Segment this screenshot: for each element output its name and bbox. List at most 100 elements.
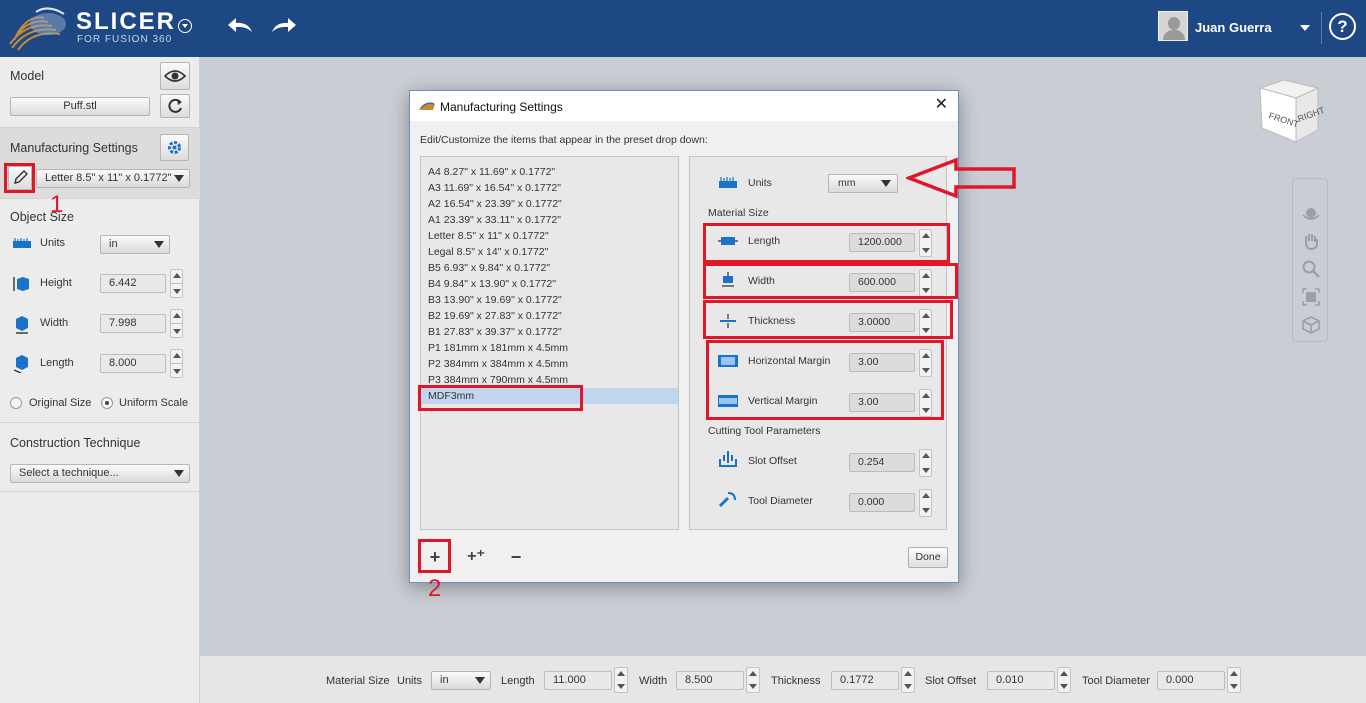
list-item[interactable]: B2 19.69" x 27.83" x 0.1772"	[421, 308, 678, 324]
fit-view-icon[interactable]	[1301, 287, 1321, 307]
uniform-scale-radio[interactable]	[101, 397, 113, 409]
units-label: Units	[397, 675, 423, 687]
bottom-slot-offset-input[interactable]: 0.010	[987, 671, 1055, 690]
units-label: Units	[748, 177, 772, 189]
length-label: Length	[748, 235, 781, 247]
list-item[interactable]: A1 23.39" x 33.11" x 0.1772"	[421, 212, 678, 228]
eye-icon	[163, 70, 187, 82]
length-input[interactable]: 8.000	[100, 354, 166, 373]
length-input[interactable]: 1200.000	[849, 233, 915, 252]
bottom-tool-diameter-stepper[interactable]	[1227, 667, 1241, 693]
list-item[interactable]: P3 384mm x 790mm x 4.5mm	[421, 372, 678, 388]
refresh-icon	[168, 98, 182, 113]
close-button[interactable]: ✕	[935, 97, 948, 113]
list-item[interactable]: P1 181mm x 181mm x 4.5mm	[421, 340, 678, 356]
width-stepper[interactable]	[919, 269, 932, 297]
object-size-title: Object Size	[10, 210, 74, 224]
bottom-thickness-input[interactable]: 0.1772	[831, 671, 899, 690]
width-label: Width	[639, 675, 668, 687]
bottom-tool-diameter-input[interactable]: 0.000	[1157, 671, 1225, 690]
vertical-margin-stepper[interactable]	[919, 389, 932, 417]
list-item[interactable]: B5 6.93" x 9.84" x 0.1772"	[421, 260, 678, 276]
zoom-icon[interactable]	[1301, 259, 1321, 279]
dialog-instruction: Edit/Customize the items that appear in …	[420, 134, 708, 146]
help-button[interactable]: ?	[1329, 13, 1356, 40]
tool-diameter-stepper[interactable]	[919, 489, 932, 517]
bottom-status-bar: Material Size Units in Length 11.000 Wid…	[200, 655, 1366, 703]
slot-offset-stepper[interactable]	[919, 449, 932, 477]
list-item[interactable]: B3 13.90" x 19.69" x 0.1772"	[421, 292, 678, 308]
app-menu-chevron-icon[interactable]	[178, 19, 192, 33]
horizontal-margin-icon	[718, 355, 738, 367]
thickness-icon	[720, 314, 736, 328]
list-item[interactable]: P2 384mm x 384mm x 4.5mm	[421, 356, 678, 372]
width-label: Width	[748, 275, 775, 287]
width-input[interactable]: 600.000	[849, 273, 915, 292]
width-stepper[interactable]	[170, 309, 183, 338]
height-label: Height	[40, 277, 72, 289]
thickness-input[interactable]: 3.0000	[849, 313, 915, 332]
reload-button[interactable]	[160, 94, 190, 118]
slicer-app-icon	[419, 102, 435, 110]
app-subtitle: FOR FUSION 360	[77, 34, 173, 45]
dialog-units-select[interactable]: mm	[828, 174, 898, 193]
list-item[interactable]: Legal 8.5" x 14" x 0.1772"	[421, 244, 678, 260]
home-cube-icon[interactable]	[1301, 315, 1321, 335]
technique-select[interactable]: Select a technique...	[10, 464, 190, 483]
vertical-margin-label: Vertical Margin	[748, 395, 818, 407]
preset-list: A4 8.27" x 11.69" x 0.1772" A3 11.69" x …	[420, 156, 679, 530]
settings-button[interactable]	[160, 134, 189, 161]
thickness-stepper[interactable]	[919, 309, 932, 337]
width-input[interactable]: 7.998	[100, 314, 166, 333]
units-select[interactable]: in	[100, 235, 170, 254]
height-stepper[interactable]	[170, 269, 183, 298]
list-item[interactable]: A3 11.69" x 16.54" x 0.1772"	[421, 180, 678, 196]
visibility-button[interactable]	[160, 62, 190, 90]
list-item[interactable]: A2 16.54" x 23.39" x 0.1772"	[421, 196, 678, 212]
add-preset-button[interactable]: +	[424, 546, 446, 568]
length-stepper[interactable]	[170, 349, 183, 378]
preset-properties-panel: Units mm Material Size Length 1200.000 W…	[689, 156, 947, 530]
pan-hand-icon[interactable]	[1301, 231, 1321, 251]
user-name[interactable]: Juan Guerra	[1195, 20, 1272, 35]
edit-preset-button[interactable]	[8, 166, 32, 190]
length-stepper[interactable]	[919, 229, 932, 257]
slot-offset-label: Slot Offset	[925, 675, 977, 687]
height-input[interactable]: 6.442	[100, 274, 166, 293]
bottom-length-stepper[interactable]	[614, 667, 628, 693]
list-item[interactable]: B1 27.83" x 39.37" x 0.1772"	[421, 324, 678, 340]
vertical-margin-input[interactable]: 3.00	[849, 393, 915, 412]
list-item[interactable]: B4 9.84" x 13.90" x 0.1772"	[421, 276, 678, 292]
bottom-width-stepper[interactable]	[746, 667, 760, 693]
bottom-slot-offset-stepper[interactable]	[1057, 667, 1071, 693]
bottom-units-select[interactable]: in	[431, 671, 491, 690]
list-item[interactable]: Letter 8.5" x 11" x 0.1772"	[421, 228, 678, 244]
remove-preset-button[interactable]: −	[505, 546, 527, 568]
duplicate-preset-button[interactable]: +⁺	[465, 546, 487, 568]
thickness-label: Thickness	[771, 675, 821, 687]
redo-icon[interactable]	[268, 14, 298, 38]
user-menu-caret-icon[interactable]	[1300, 25, 1310, 31]
done-button[interactable]: Done	[908, 547, 948, 568]
width-icon	[722, 272, 734, 287]
horizontal-margin-stepper[interactable]	[919, 349, 932, 377]
manufacturing-preset-select[interactable]: Letter 8.5" x 11" x 0.1772"	[36, 169, 190, 188]
bottom-thickness-stepper[interactable]	[901, 667, 915, 693]
view-cube-icon[interactable]: FRONT RIGHT	[1254, 76, 1324, 146]
bottom-length-input[interactable]: 11.000	[544, 671, 612, 690]
orbit-icon[interactable]	[1301, 203, 1321, 223]
bottom-width-input[interactable]: 8.500	[676, 671, 744, 690]
tool-diameter-input[interactable]: 0.000	[849, 493, 915, 512]
list-item-selected[interactable]: MDF3mm	[421, 388, 678, 404]
chevron-down-icon	[881, 180, 891, 187]
slot-offset-label: Slot Offset	[748, 455, 797, 467]
slot-offset-input[interactable]: 0.254	[849, 453, 915, 472]
undo-icon[interactable]	[226, 14, 256, 38]
original-size-radio[interactable]	[10, 397, 22, 409]
horizontal-margin-input[interactable]: 3.00	[849, 353, 915, 372]
list-item[interactable]: A4 8.27" x 11.69" x 0.1772"	[421, 164, 678, 180]
tool-diameter-icon	[718, 492, 736, 507]
model-file-button[interactable]: Puff.stl	[10, 97, 150, 116]
avatar[interactable]	[1158, 11, 1188, 41]
ruler-icon	[719, 177, 737, 188]
